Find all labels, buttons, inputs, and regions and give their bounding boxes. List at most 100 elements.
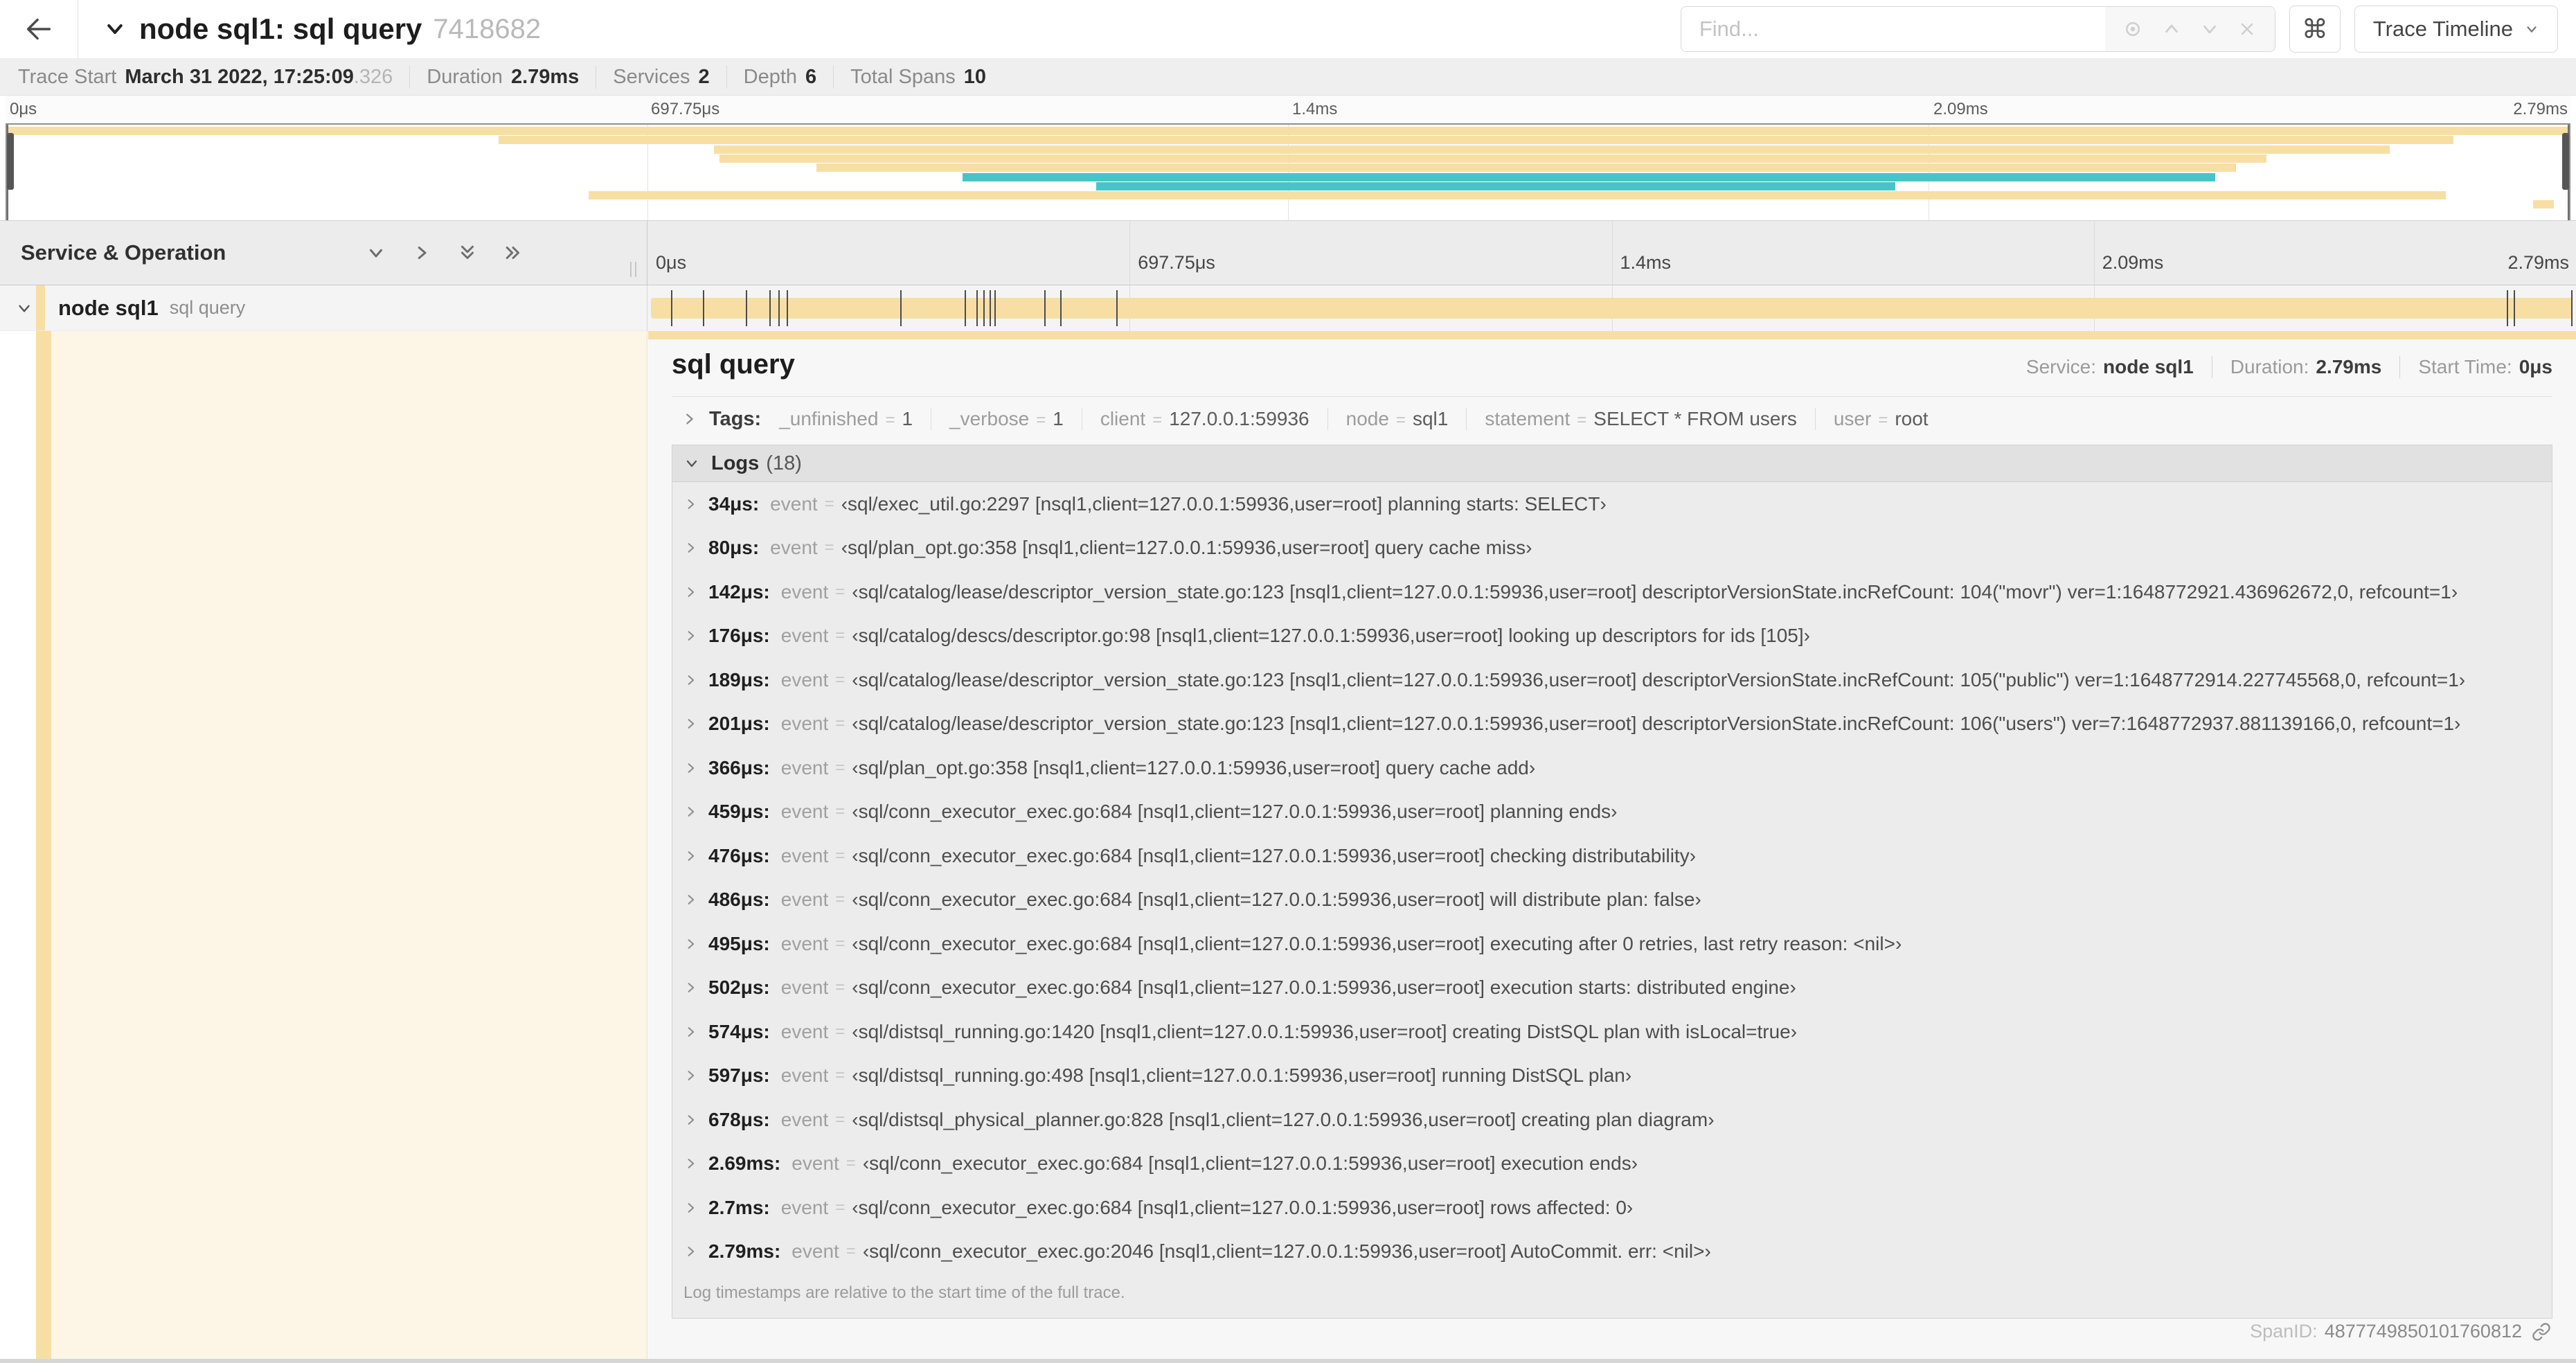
- locate-icon[interactable]: [2122, 19, 2143, 39]
- tags-accordion[interactable]: Tags: _unfinished = 1 _verbose = 1 client = 127.…: [672, 397, 2552, 441]
- collapse-one-icon[interactable]: [366, 242, 386, 263]
- expand-one-icon[interactable]: [411, 242, 432, 263]
- log-row[interactable]: 176μs: event = ‹sql/catalog/descs/descripto…: [672, 614, 2552, 659]
- log-row[interactable]: 189μs: event = ‹sql/catalog/lease/descripto…: [672, 658, 2552, 702]
- span-collapse-chevron-icon[interactable]: [15, 299, 33, 317]
- log-event-tick: [2507, 290, 2509, 326]
- chevron-right-icon: [683, 1201, 697, 1215]
- summary-label: Services: [613, 65, 690, 88]
- tag-item: client = 127.0.0.1:59936: [1082, 408, 1328, 430]
- log-event-tick: [670, 290, 672, 326]
- keyboard-shortcuts-button[interactable]: ⌘: [2289, 6, 2341, 53]
- log-row[interactable]: 366μs: event = ‹sql/plan_opt.go:358 [nsql1,…: [672, 746, 2552, 790]
- log-field-value: ‹sql/conn_executor_exec.go:2046 [nsql1,c…: [862, 1240, 1711, 1263]
- equals-sign: =: [835, 1022, 846, 1041]
- find-input[interactable]: [1681, 7, 2105, 51]
- logs-accordion: Logs (18) 34μs: event = ‹sql/exec_util.go:2…: [672, 445, 2552, 1319]
- log-row[interactable]: 2.69ms: event = ‹sql/conn_executor_exec.go:…: [672, 1142, 2552, 1186]
- collapse-trace-chevron-icon[interactable]: [102, 19, 128, 39]
- log-row[interactable]: 459μs: event = ‹sql/conn_executor_exec.go:6…: [672, 790, 2552, 835]
- minimap-canvas[interactable]: [6, 123, 2570, 223]
- log-event-tick: [1059, 290, 1062, 326]
- log-row[interactable]: 476μs: event = ‹sql/conn_executor_exec.go:6…: [672, 834, 2552, 878]
- tag-key: _unfinished: [779, 408, 879, 429]
- summary-label: Duration: [427, 65, 503, 88]
- tag-item: statement = SELECT * FROM users: [1467, 408, 1816, 430]
- bottom-scrollbar-track[interactable]: [0, 1359, 2576, 1363]
- equals-sign: =: [835, 802, 846, 821]
- span-duration-bar[interactable]: [651, 298, 2573, 319]
- view-selector-button[interactable]: Trace Timeline: [2354, 6, 2558, 53]
- arrow-left-icon: [23, 13, 55, 45]
- trace-id: 7418682: [433, 13, 542, 44]
- equals-sign: =: [835, 890, 846, 909]
- log-field-value: ‹sql/conn_executor_exec.go:684 [nsql1,cl…: [852, 844, 1697, 866]
- clear-find-icon[interactable]: [2237, 19, 2257, 39]
- span-row-name-cell[interactable]: node sql1 sql query: [0, 285, 647, 331]
- time-tick-label: 1.4ms: [1620, 252, 1672, 273]
- span-id-value: 4877749850101760812: [2324, 1321, 2522, 1342]
- range-start-handle[interactable]: [7, 133, 14, 190]
- log-timestamp: 678μs:: [708, 1108, 770, 1130]
- span-indent-guide: [36, 331, 51, 1359]
- time-tick-label: 0μs: [10, 100, 37, 118]
- log-row[interactable]: 80μs: event = ‹sql/plan_opt.go:358 [nsql1,c…: [672, 526, 2552, 571]
- log-timestamp: 366μs:: [708, 756, 770, 778]
- log-field-value: ‹sql/catalog/descs/descriptor.go:98 [nsq…: [852, 625, 1810, 647]
- collapse-all-icon[interactable]: [457, 242, 478, 263]
- log-row[interactable]: 34μs: event = ‹sql/exec_util.go:2297 [nsql1…: [672, 482, 2552, 526]
- equals-sign: =: [1036, 411, 1046, 429]
- span-color-stripe: [36, 285, 45, 330]
- log-row[interactable]: 597μs: event = ‹sql/distsql_running.go:498 …: [672, 1054, 2552, 1098]
- span-row[interactable]: node sql1 sql query: [0, 285, 2576, 331]
- span-tree-gutter: [0, 331, 647, 1359]
- timeline-column-header: Service & Operation 0μs 697.75μs 1.4ms 2…: [0, 220, 2576, 285]
- deep-link-icon[interactable]: [2532, 1322, 2551, 1342]
- time-tick-label: 2.79ms: [2507, 252, 2569, 273]
- range-end-handle[interactable]: [2562, 133, 2569, 190]
- back-button[interactable]: [0, 0, 78, 58]
- find-next-icon[interactable]: [2199, 19, 2220, 39]
- log-event-tick: [769, 290, 771, 326]
- meta-label: Service:: [2025, 356, 2097, 377]
- log-row[interactable]: 2.7ms: event = ‹sql/conn_executor_exec.go:6…: [672, 1186, 2552, 1230]
- log-field-value: ‹sql/plan_opt.go:358 [nsql1,client=127.0…: [852, 756, 1536, 778]
- log-row[interactable]: 486μs: event = ‹sql/conn_executor_exec.go:6…: [672, 878, 2552, 923]
- equals-sign: =: [835, 626, 846, 645]
- span-detail-panel: sql query Service: node sql1 Duration: 2.79…: [648, 331, 2576, 1359]
- log-row[interactable]: 2.79ms: event = ‹sql/conn_executor_exec.go:…: [672, 1230, 2552, 1274]
- log-event-tick: [778, 290, 780, 326]
- chevron-right-icon: [683, 497, 697, 511]
- time-tick-label: 0μs: [656, 252, 687, 273]
- log-row[interactable]: 574μs: event = ‹sql/distsql_running.go:1420…: [672, 1010, 2552, 1054]
- span-detail-title: sql query: [672, 349, 795, 380]
- expand-all-icon[interactable]: [503, 242, 524, 263]
- log-row[interactable]: 201μs: event = ‹sql/catalog/lease/descripto…: [672, 702, 2552, 747]
- span-operation-name: sql query: [169, 297, 246, 318]
- summary-label: Trace Start: [18, 65, 117, 88]
- equals-sign: =: [835, 670, 846, 689]
- log-row[interactable]: 142μs: event = ‹sql/catalog/lease/descripto…: [672, 570, 2552, 614]
- chevron-down-icon: [683, 455, 700, 472]
- log-field-key: event: [780, 889, 829, 911]
- equals-sign: =: [824, 494, 834, 513]
- log-event-tick: [976, 290, 978, 326]
- logs-header[interactable]: Logs (18): [672, 445, 2552, 481]
- log-field-key: event: [780, 977, 829, 999]
- log-timestamp: 80μs:: [708, 537, 760, 559]
- tag-value: root: [1895, 408, 1929, 429]
- minimap-span-bar: [588, 191, 2447, 200]
- log-row[interactable]: 495μs: event = ‹sql/conn_executor_exec.go:6…: [672, 922, 2552, 966]
- log-field-value: ‹sql/catalog/lease/descriptor_version_st…: [852, 713, 2461, 735]
- tag-value: sql1: [1412, 408, 1449, 429]
- column-resizer-handle[interactable]: [626, 260, 641, 279]
- equals-sign: =: [835, 934, 846, 953]
- find-prev-icon[interactable]: [2161, 19, 2182, 39]
- meta-label: Duration:: [2230, 356, 2309, 377]
- view-selector-label: Trace Timeline: [2372, 17, 2513, 41]
- log-row[interactable]: 678μs: event = ‹sql/distsql_physical_planne…: [672, 1098, 2552, 1142]
- equals-sign: =: [846, 1242, 856, 1261]
- log-field-value: ‹sql/distsql_running.go:498 [nsql1,clien…: [852, 1064, 1632, 1087]
- log-row[interactable]: 502μs: event = ‹sql/conn_executor_exec.go:6…: [672, 966, 2552, 1010]
- span-bar-track[interactable]: [647, 285, 2576, 331]
